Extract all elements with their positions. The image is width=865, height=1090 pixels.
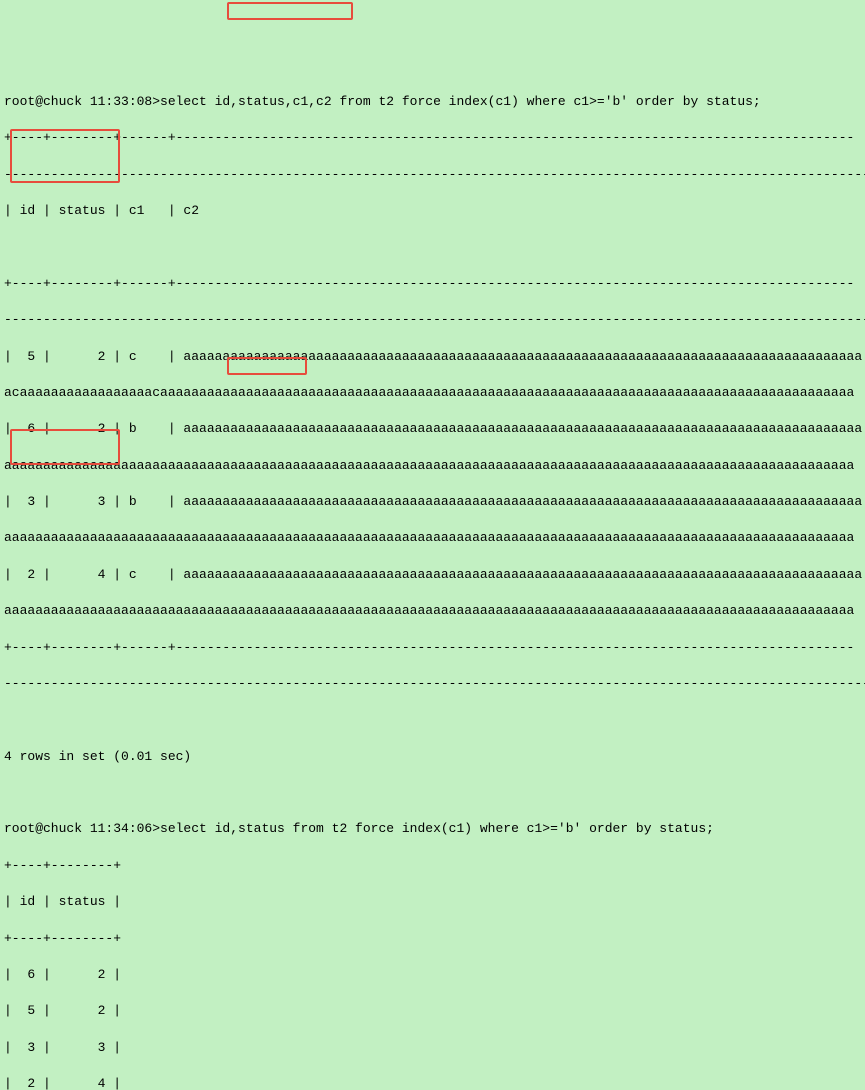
- query1-row3: | 3 | 3 | b | aaaaaaaaaaaaaaaaaaaaaaaaaa…: [4, 493, 861, 511]
- terminal-output: root@chuck 11:33:08>select id,status,c1,…: [4, 75, 861, 1090]
- query2-header: | id | status |: [4, 893, 861, 911]
- blank-line: [4, 711, 861, 729]
- query1-separator-dash: ----------------------------------------…: [4, 166, 861, 184]
- query1-separator: +----+--------+------+------------------…: [4, 275, 861, 293]
- query2-separator: +----+--------+: [4, 930, 861, 948]
- query2-separator: +----+--------+: [4, 857, 861, 875]
- query1-row1-cont: acaaaaaaaaaaaaaaaaacaaaaaaaaaaaaaaaaaaaa…: [4, 384, 861, 402]
- blank-line: [4, 238, 861, 256]
- query1-separator: +----+--------+------+------------------…: [4, 129, 861, 147]
- query1-row1: | 5 | 2 | c | aaaaaaaaaaaaaaaaaaaaaaaaaa…: [4, 348, 861, 366]
- query2-row3: | 3 | 3 |: [4, 1039, 861, 1057]
- blank-line: [4, 784, 861, 802]
- highlight-columns-query1: [227, 2, 353, 20]
- query1-row4: | 2 | 4 | c | aaaaaaaaaaaaaaaaaaaaaaaaaa…: [4, 566, 861, 584]
- query1-row4-cont: aaaaaaaaaaaaaaaaaaaaaaaaaaaaaaaaaaaaaaaa…: [4, 602, 861, 620]
- query1-header: | id | status | c1 | c2: [4, 202, 861, 220]
- query1-row2-cont: aaaaaaaaaaaaaaaaaaaaaaaaaaaaaaaaaaaaaaaa…: [4, 457, 861, 475]
- query1-row2: | 6 | 2 | b | aaaaaaaaaaaaaaaaaaaaaaaaaa…: [4, 420, 861, 438]
- query2-row2: | 5 | 2 |: [4, 1002, 861, 1020]
- query2-row1: | 6 | 2 |: [4, 966, 861, 984]
- query1-summary: 4 rows in set (0.01 sec): [4, 748, 861, 766]
- query2-row4: | 2 | 4 |: [4, 1075, 861, 1090]
- query1-separator: +----+--------+------+------------------…: [4, 639, 861, 657]
- query1-separator-dash: ----------------------------------------…: [4, 311, 861, 329]
- query2-prompt[interactable]: root@chuck 11:34:06>select id,status fro…: [4, 820, 861, 838]
- query1-separator-dash: ----------------------------------------…: [4, 675, 861, 693]
- query1-prompt[interactable]: root@chuck 11:33:08>select id,status,c1,…: [4, 93, 861, 111]
